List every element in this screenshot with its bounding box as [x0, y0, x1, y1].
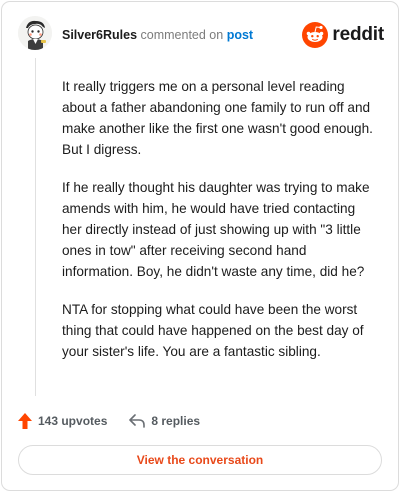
- reply-arrow-icon: [129, 414, 146, 428]
- comment-footer: 143 upvotes 8 replies: [18, 410, 200, 432]
- reply-count: 8 replies: [151, 414, 201, 428]
- reddit-logo[interactable]: reddit: [302, 22, 384, 48]
- comment-body: It really triggers me on a personal leve…: [62, 76, 374, 379]
- username-link[interactable]: Silver6Rules: [62, 28, 137, 42]
- thread-line[interactable]: [35, 58, 36, 396]
- comment-header: Silver6Rules commented on post: [62, 27, 253, 43]
- view-conversation-button[interactable]: View the conversation: [18, 445, 382, 475]
- comment-paragraph: If he really thought his daughter was tr…: [62, 180, 370, 279]
- replies-button[interactable]: 8 replies: [129, 414, 200, 428]
- upvote-arrow-icon: [18, 413, 32, 429]
- upvote-button[interactable]: 143 upvotes: [18, 413, 107, 429]
- reddit-logo-icon: [302, 22, 329, 48]
- post-link[interactable]: post: [227, 28, 253, 42]
- commented-on-text: commented on: [140, 28, 224, 42]
- comment-paragraph: It really triggers me on a personal leve…: [62, 79, 373, 157]
- comment-embed-card: Silver6Rules commented on post reddit It…: [1, 1, 399, 491]
- reddit-wordmark: reddit: [332, 24, 384, 45]
- upvote-count: 143 upvotes: [38, 414, 108, 428]
- user-avatar-icon[interactable]: [18, 16, 52, 50]
- comment-paragraph: NTA for stopping what could have been th…: [62, 302, 364, 359]
